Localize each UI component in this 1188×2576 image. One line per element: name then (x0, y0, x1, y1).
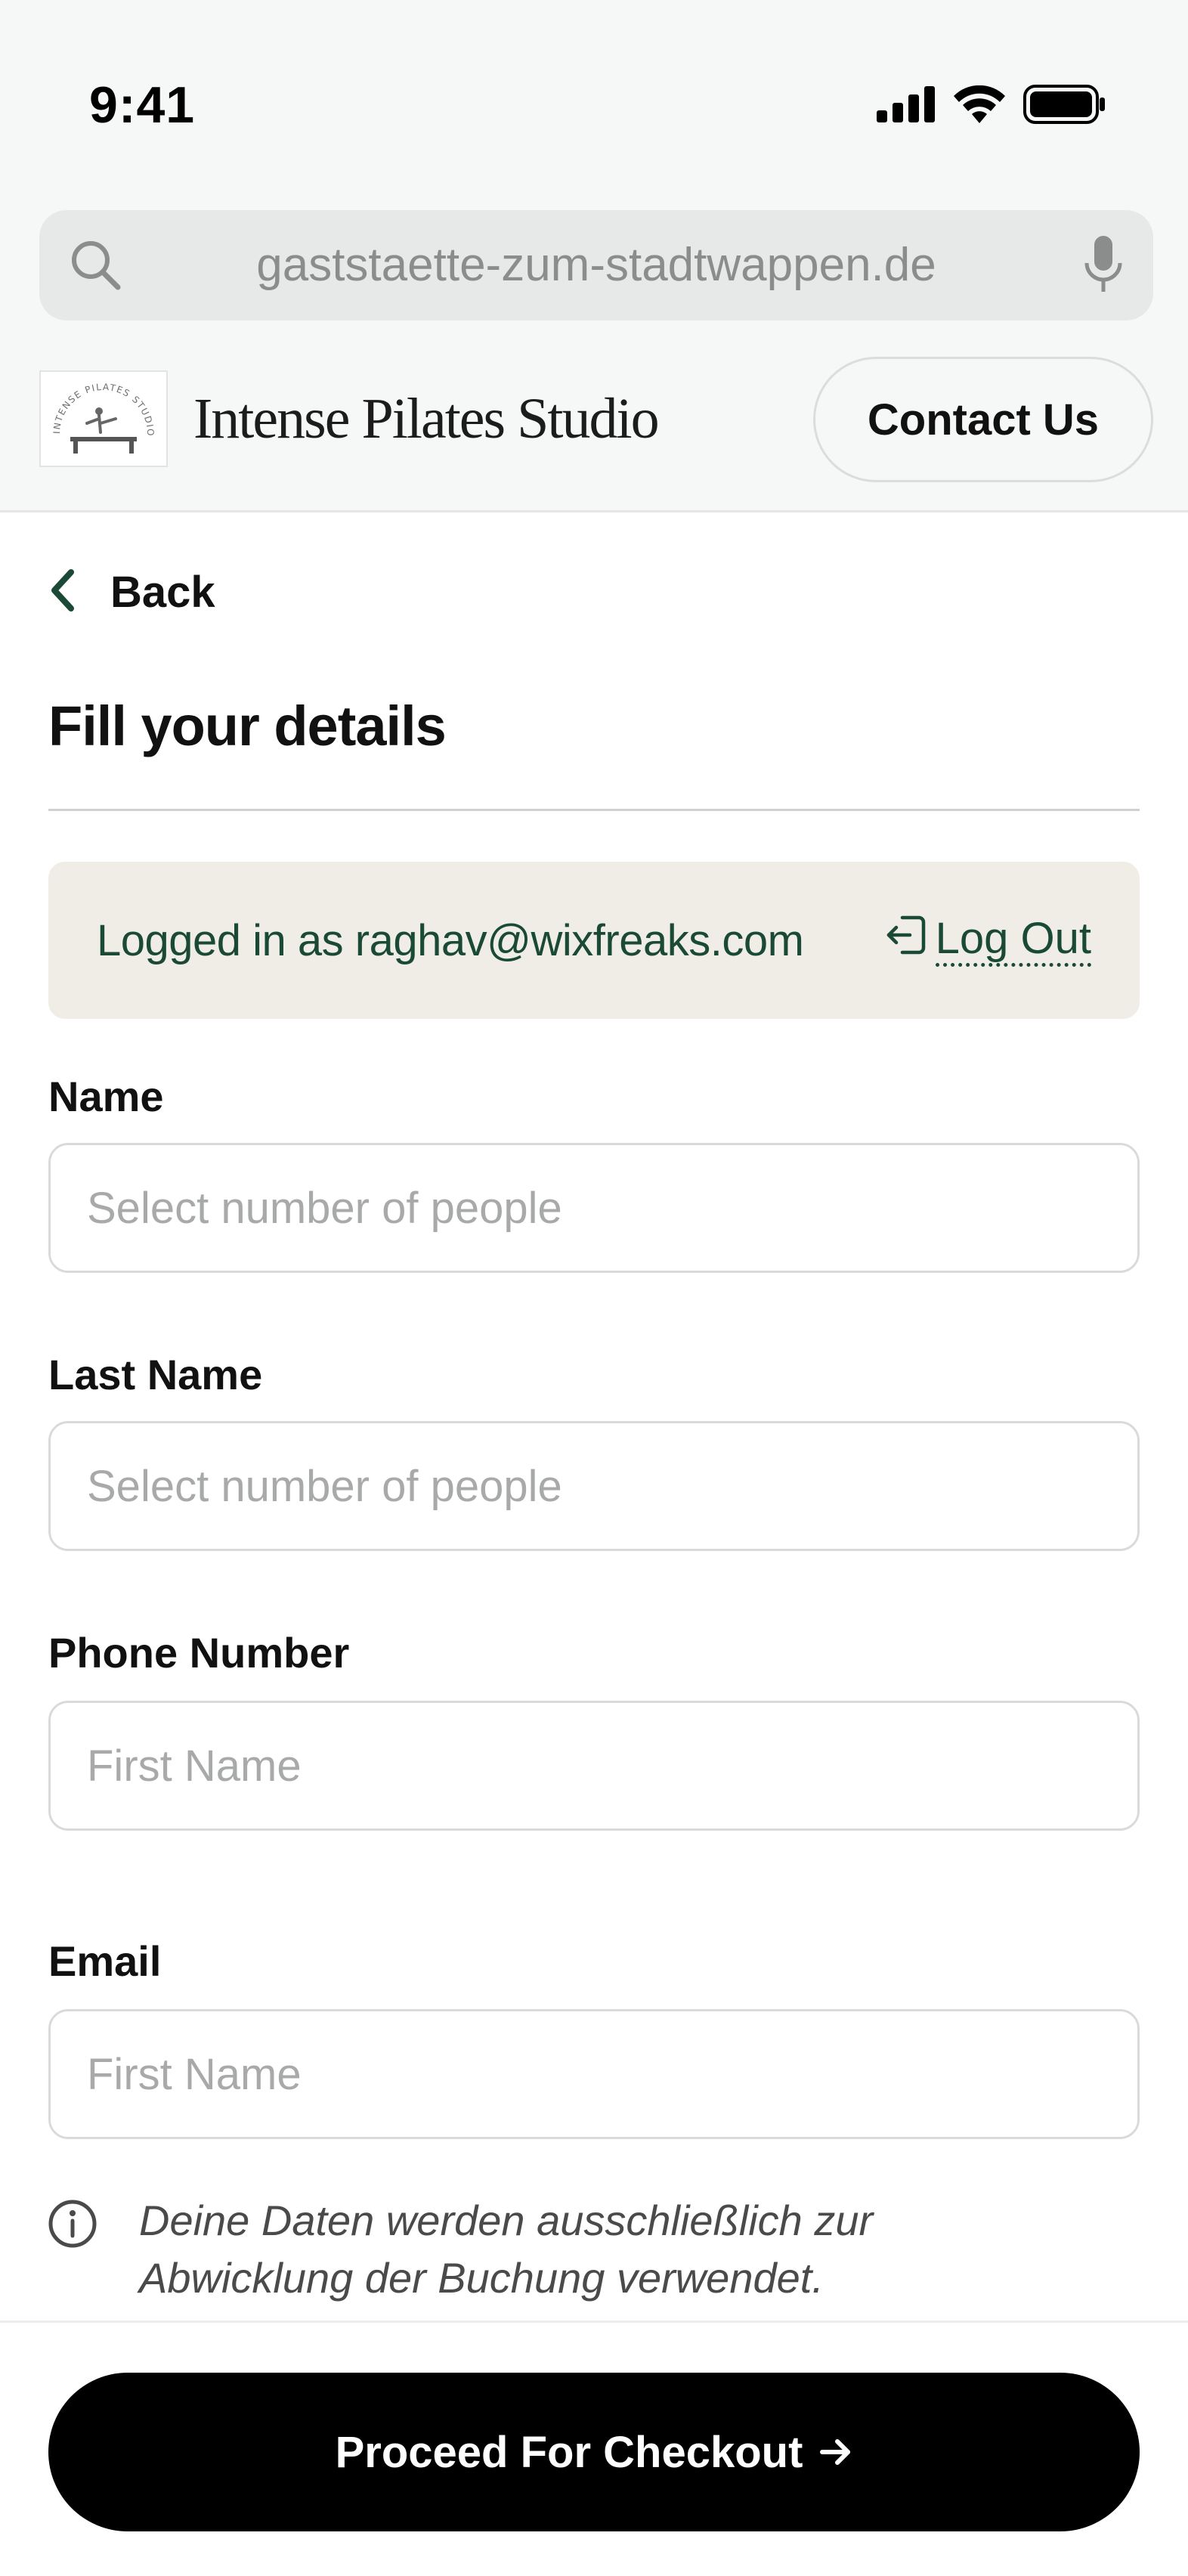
logout-icon (884, 913, 928, 968)
signal-icon (877, 85, 936, 126)
logged-in-text: Logged in as raghav@wixfreaks.com (97, 915, 804, 965)
email-label: Email (48, 1937, 162, 1985)
bottom-action-bar: Proceed For Checkout (0, 2321, 1188, 2576)
address-bar[interactable]: gaststaette-zum-stadtwappen.de (39, 210, 1153, 320)
privacy-note: Deine Daten werden ausschließlich zur Ab… (47, 2192, 1046, 2307)
brand[interactable]: INTENSE PILATES STUDIO Intense Pilates S… (39, 370, 660, 467)
browser-chrome: 9:41 gaststaette-zum-stadtwappen.de INTE… (0, 0, 1188, 512)
logout-label: Log Out (935, 914, 1091, 967)
back-link[interactable]: Back (47, 558, 215, 626)
back-label: Back (110, 567, 215, 617)
divider (48, 809, 1140, 811)
studio-name[interactable]: Intense Pilates Studio (193, 386, 660, 452)
phone-number-input[interactable] (51, 1703, 1137, 1828)
page-title: Fill your details (48, 695, 447, 757)
logo-text: INTENSE PILATES STUDIO (51, 382, 155, 437)
email-input[interactable] (51, 2011, 1137, 2137)
microphone-icon[interactable] (1081, 233, 1126, 302)
battery-icon (1023, 84, 1106, 128)
last-name-field[interactable] (48, 1421, 1140, 1551)
email-field[interactable] (48, 2009, 1140, 2139)
contact-us-button[interactable]: Contact Us (813, 357, 1153, 482)
checkout-label: Proceed For Checkout (335, 2427, 803, 2477)
url-text[interactable]: gaststaette-zum-stadtwappen.de (160, 210, 1032, 320)
last-name-label: Last Name (48, 1351, 263, 1398)
phone-number-label: Phone Number (48, 1629, 350, 1677)
logout-button[interactable]: Log Out (884, 913, 1091, 968)
wifi-icon (954, 85, 1005, 127)
status-icons (877, 83, 1106, 128)
phone-number-field[interactable] (48, 1701, 1140, 1831)
chevron-left-icon (47, 568, 77, 617)
studio-logo[interactable]: INTENSE PILATES STUDIO (39, 370, 168, 467)
proceed-checkout-button[interactable]: Proceed For Checkout (48, 2373, 1140, 2531)
arrow-right-icon (819, 2435, 852, 2469)
svg-text:INTENSE PILATES STUDIO: INTENSE PILATES STUDIO (51, 382, 156, 437)
privacy-note-text: Deine Daten werden ausschließlich zur Ab… (139, 2197, 874, 2302)
name-field[interactable] (48, 1143, 1140, 1273)
search-icon (68, 237, 124, 297)
info-icon (47, 2192, 98, 2253)
name-label: Name (48, 1073, 164, 1120)
last-name-input[interactable] (51, 1423, 1137, 1549)
status-time: 9:41 (89, 76, 196, 134)
name-input[interactable] (51, 1145, 1137, 1271)
login-status-box: Logged in as raghav@wixfreaks.com Log Ou… (48, 862, 1140, 1019)
